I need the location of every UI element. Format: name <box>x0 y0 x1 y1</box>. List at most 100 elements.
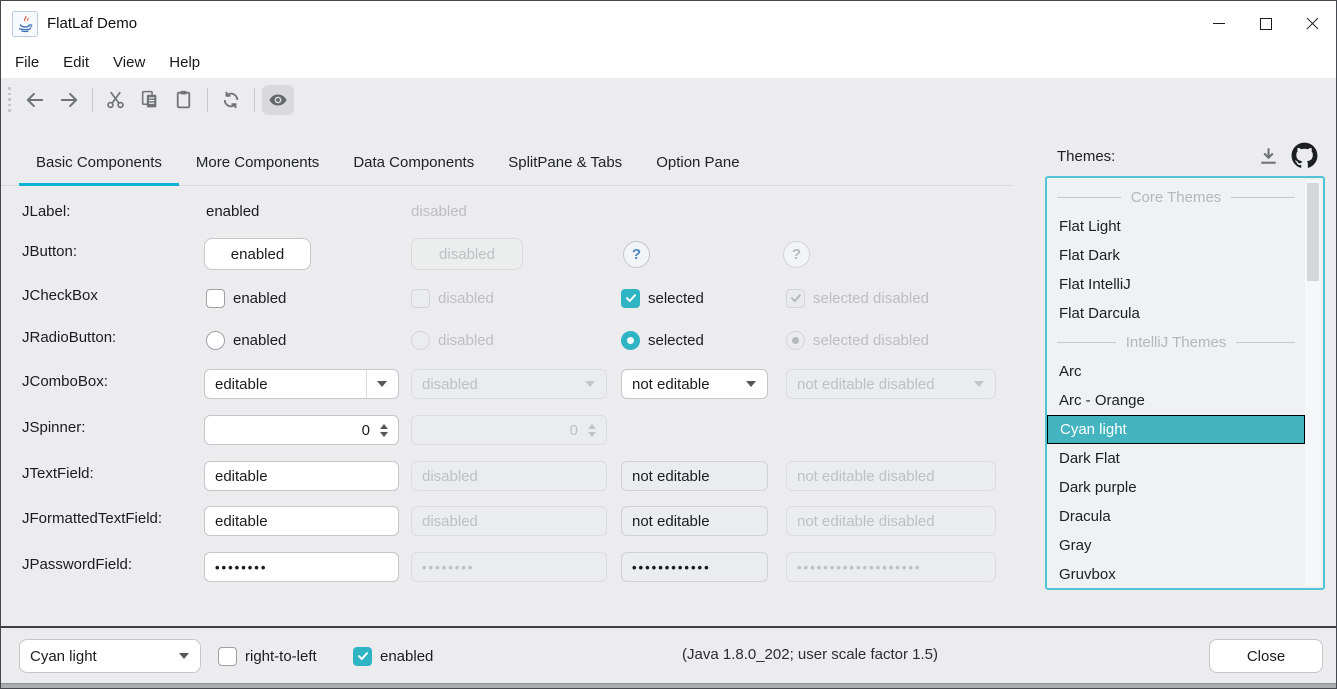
checkbox-label: disabled <box>438 290 494 307</box>
theme-item-arc[interactable]: Arc <box>1047 357 1305 386</box>
jbutton-help-enabled[interactable]: ? <box>623 241 650 268</box>
row-label-jcombobox: JComboBox: <box>22 373 108 390</box>
tabbar: Basic Components More Components Data Co… <box>1 140 1013 186</box>
themes-list[interactable]: Core Themes Flat Light Flat Dark Flat In… <box>1045 176 1325 590</box>
jradiobutton-disabled: disabled <box>411 328 494 352</box>
main-content: Basic Components More Components Data Co… <box>1 121 1336 626</box>
theme-item-dracula[interactable]: Dracula <box>1047 502 1305 531</box>
show-hover-toggle-button[interactable] <box>262 85 294 115</box>
jcombobox-editable[interactable]: editable <box>204 369 399 399</box>
jcombobox-not-editable[interactable]: not editable <box>621 369 768 399</box>
theme-item-arc-orange[interactable]: Arc - Orange <box>1047 386 1305 415</box>
list-section-core-themes: Core Themes <box>1047 183 1305 212</box>
radio-unselected-icon <box>206 331 225 350</box>
radio-selected-icon <box>786 331 805 350</box>
theme-select-combobox[interactable]: Cyan light <box>19 639 201 673</box>
jformattedtextfield-disabled: disabled <box>411 506 607 536</box>
toolbar-separator <box>92 88 93 112</box>
jpasswordfield-editable[interactable]: •••••••• <box>204 552 399 582</box>
combo-dropdown-button[interactable] <box>736 370 767 398</box>
titlebar[interactable]: FlatLaf Demo <box>1 1 1336 46</box>
jradiobutton-selected[interactable]: selected <box>621 328 704 352</box>
list-section-intellij-themes: IntelliJ Themes <box>1047 328 1305 357</box>
theme-item-dark-purple[interactable]: Dark purple <box>1047 473 1305 502</box>
github-link[interactable] <box>1291 142 1318 169</box>
textfield-value: not editable <box>632 513 710 530</box>
menu-edit[interactable]: Edit <box>51 46 101 78</box>
combo-dropdown-button[interactable] <box>169 640 200 672</box>
jcheckbox-selected[interactable]: selected <box>621 286 704 310</box>
forward-button[interactable] <box>53 85 85 115</box>
toolbar-grip[interactable] <box>8 87 11 112</box>
spinner-buttons <box>578 416 606 444</box>
textfield-value: disabled <box>422 513 478 530</box>
close-button[interactable]: Close <box>1209 639 1323 673</box>
textfield-value: not editable <box>632 468 710 485</box>
themes-scrollbar[interactable] <box>1305 180 1321 586</box>
cut-button[interactable] <box>100 85 132 115</box>
menu-view[interactable]: View <box>101 46 157 78</box>
jradiobutton-enabled[interactable]: enabled <box>206 328 286 352</box>
minimize-button[interactable] <box>1195 1 1242 46</box>
paste-button[interactable] <box>168 85 200 115</box>
refresh-icon <box>220 89 242 111</box>
tab-basic-components[interactable]: Basic Components <box>19 140 179 185</box>
refresh-button[interactable] <box>215 85 247 115</box>
theme-item-dark-flat[interactable]: Dark Flat <box>1047 444 1305 473</box>
download-icon <box>1257 145 1280 168</box>
jtextfield-editable[interactable]: editable <box>204 461 399 491</box>
checkbox-label: enabled <box>233 290 286 307</box>
theme-item-cyan-light[interactable]: Cyan light <box>1047 415 1305 444</box>
spinner-buttons[interactable] <box>370 416 398 444</box>
combo-value: not editable disabled <box>797 376 935 393</box>
checkbox-label: enabled <box>380 648 433 665</box>
copy-button[interactable] <box>134 85 166 115</box>
textfield-value: editable <box>215 513 268 530</box>
jbutton-disabled: disabled <box>411 238 523 270</box>
combo-dropdown-button <box>575 370 606 398</box>
jformattedtextfield-editable[interactable]: editable <box>204 506 399 536</box>
theme-item-flat-light[interactable]: Flat Light <box>1047 212 1305 241</box>
tab-option-pane[interactable]: Option Pane <box>639 140 756 185</box>
jlabel-disabled: disabled <box>411 203 467 220</box>
jformattedtextfield-not-editable[interactable]: not editable <box>621 506 768 536</box>
cut-icon <box>105 89 126 110</box>
theme-item-gruvbox[interactable]: Gruvbox <box>1047 560 1305 589</box>
tab-more-components[interactable]: More Components <box>179 140 336 185</box>
menu-file[interactable]: File <box>3 46 51 78</box>
combo-dropdown-button <box>964 370 995 398</box>
theme-item-flat-intellij[interactable]: Flat IntelliJ <box>1047 270 1305 299</box>
jtextfield-disabled: disabled <box>411 461 607 491</box>
close-window-button[interactable] <box>1289 1 1336 46</box>
back-arrow-icon <box>24 89 46 111</box>
download-themes-button[interactable] <box>1257 145 1280 168</box>
jpasswordfield-not-editable-disabled: ••••••••••••••••••• <box>786 552 996 582</box>
enabled-checkbox[interactable]: enabled <box>353 644 433 668</box>
checkbox-checked-icon <box>353 647 372 666</box>
statusbar: Cyan light right-to-left enabled (Java 1… <box>1 628 1336 683</box>
jcheckbox-selected-disabled: selected disabled <box>786 286 929 310</box>
jpasswordfield-not-editable[interactable]: •••••••••••• <box>621 552 768 582</box>
right-to-left-checkbox[interactable]: right-to-left <box>218 644 317 668</box>
back-button[interactable] <box>19 85 51 115</box>
theme-item-gray[interactable]: Gray <box>1047 531 1305 560</box>
spinner-value: 0 <box>362 422 370 439</box>
jcheckbox-enabled[interactable]: enabled <box>206 286 286 310</box>
jspinner-enabled[interactable]: 0 <box>204 415 399 445</box>
radio-label: disabled <box>438 332 494 349</box>
radio-label: selected <box>648 332 704 349</box>
tab-splitpane-tabs[interactable]: SplitPane & Tabs <box>491 140 639 185</box>
jtextfield-not-editable[interactable]: not editable <box>621 461 768 491</box>
scrollbar-thumb[interactable] <box>1307 183 1319 281</box>
combo-value: Cyan light <box>30 648 97 665</box>
jbutton-enabled[interactable]: enabled <box>204 238 311 270</box>
menu-help[interactable]: Help <box>157 46 212 78</box>
tab-data-components[interactable]: Data Components <box>336 140 491 185</box>
theme-item-flat-darcula[interactable]: Flat Darcula <box>1047 299 1305 328</box>
checkbox-label: selected <box>648 290 704 307</box>
combo-dropdown-button[interactable] <box>366 370 398 398</box>
maximize-button[interactable] <box>1242 1 1289 46</box>
window-title: FlatLaf Demo <box>47 15 137 32</box>
checkbox-checked-icon <box>786 289 805 308</box>
theme-item-flat-dark[interactable]: Flat Dark <box>1047 241 1305 270</box>
